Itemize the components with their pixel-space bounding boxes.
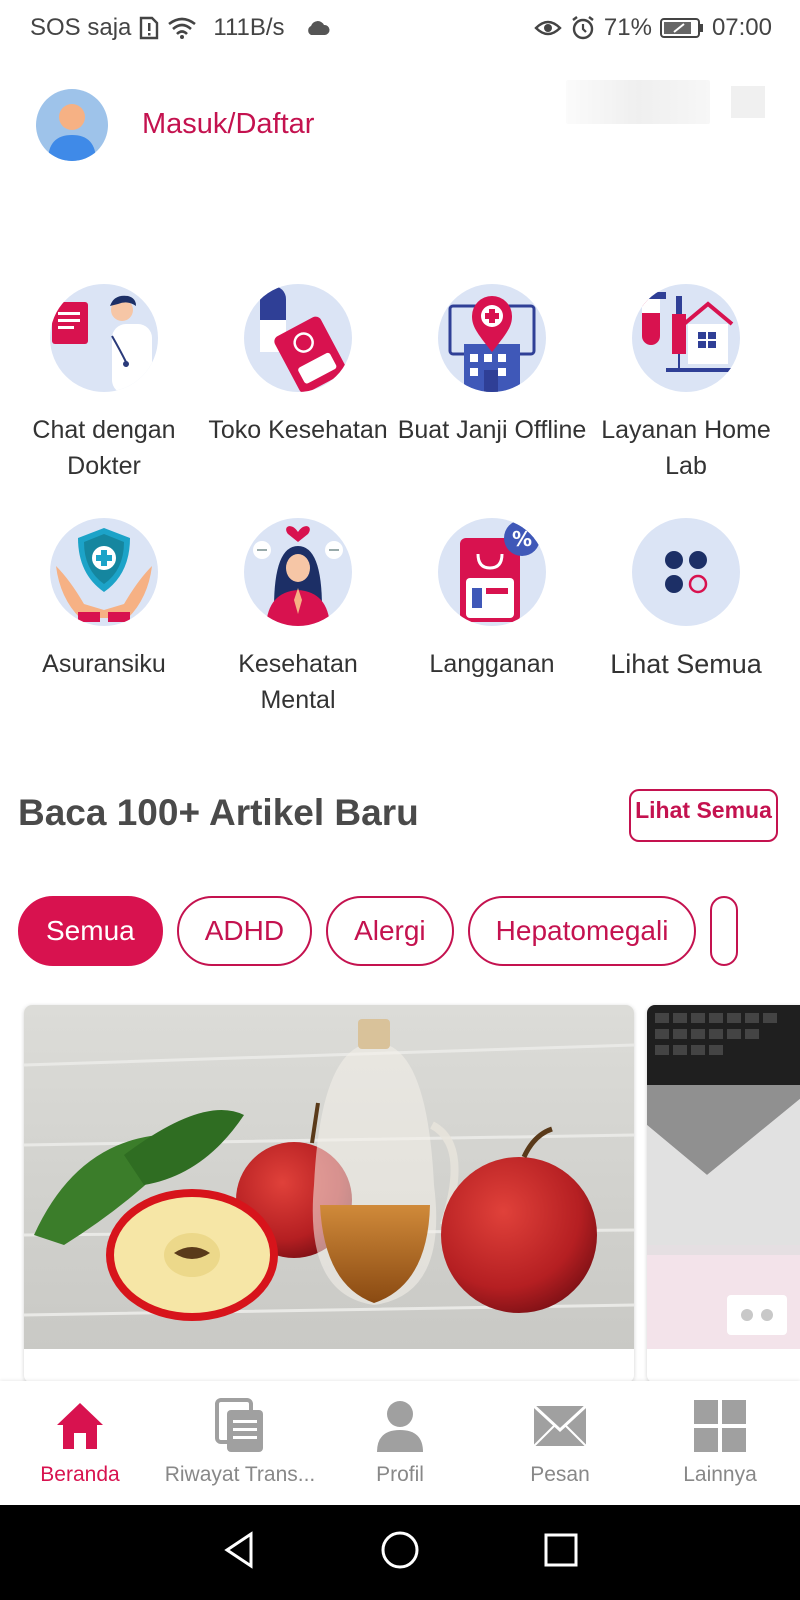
cloud-icon bbox=[305, 20, 331, 36]
wifi-icon bbox=[167, 16, 197, 40]
chip-hepatomegali[interactable]: Hepatomegali bbox=[467, 896, 697, 966]
carrier-label: SOS saja bbox=[30, 14, 132, 41]
history-icon bbox=[210, 1397, 270, 1455]
service-chat-doctor[interactable]: Chat dengan Dokter bbox=[7, 284, 201, 484]
status-bar: SOS saja 111B/s 71% 07:00 bbox=[0, 0, 800, 56]
nav-label: Pesan bbox=[530, 1463, 590, 1486]
nav-messages[interactable]: Pesan bbox=[480, 1381, 640, 1505]
see-all-articles-button[interactable]: Lihat Semua bbox=[629, 789, 778, 842]
service-label: Toko Kesehatan bbox=[208, 416, 388, 444]
article-category-chips: Semua ADHD Alergi Hepatomegali bbox=[18, 896, 800, 966]
chip-semua[interactable]: Semua bbox=[18, 896, 163, 966]
nav-label: Profil bbox=[376, 1463, 424, 1486]
back-icon[interactable] bbox=[221, 1530, 257, 1575]
service-label: Lihat Semua bbox=[610, 649, 762, 679]
nav-label: Riwayat Trans... bbox=[164, 1463, 316, 1486]
service-label: Chat dengan Dokter bbox=[32, 416, 176, 480]
health-store-icon bbox=[244, 284, 352, 392]
home-icon bbox=[50, 1397, 110, 1455]
service-label: Langganan bbox=[429, 650, 555, 678]
header-icon-placeholder[interactable] bbox=[731, 86, 765, 118]
hospital-appointment-icon bbox=[438, 284, 546, 392]
service-home-lab[interactable]: Layanan Home Lab bbox=[589, 284, 783, 484]
nav-label: Beranda bbox=[40, 1463, 120, 1486]
mail-icon bbox=[530, 1397, 590, 1455]
profile-icon bbox=[370, 1397, 430, 1455]
service-label: Buat Janji Offline bbox=[397, 416, 587, 444]
service-label: Asuransiku bbox=[42, 650, 166, 678]
nav-history[interactable]: Riwayat Trans... bbox=[160, 1381, 320, 1505]
service-label: Layanan Home Lab bbox=[601, 416, 771, 480]
clock: 07:00 bbox=[711, 14, 772, 41]
service-offline-appointment[interactable]: Buat Janji Offline bbox=[395, 284, 589, 448]
service-mental-health[interactable]: Kesehatan Mental bbox=[201, 518, 395, 718]
nav-home[interactable]: Beranda bbox=[0, 1381, 160, 1505]
service-health-store[interactable]: Toko Kesehatan bbox=[201, 284, 395, 448]
service-see-all[interactable]: Lihat Semua bbox=[589, 518, 783, 682]
insurance-shield-icon bbox=[50, 518, 158, 626]
battery-percent: 71% bbox=[603, 14, 652, 41]
article-card[interactable] bbox=[647, 1005, 800, 1383]
service-subscription[interactable]: % Langganan bbox=[395, 518, 589, 682]
subscription-icon: % bbox=[438, 518, 546, 626]
home-circle-icon[interactable] bbox=[380, 1530, 420, 1575]
header-placeholder bbox=[566, 80, 710, 124]
alarm-icon bbox=[570, 15, 596, 41]
articles-section-title: Baca 100+ Artikel Baru bbox=[18, 792, 419, 833]
article-image bbox=[647, 1005, 800, 1349]
article-image bbox=[24, 1005, 634, 1349]
grid-icon bbox=[690, 1397, 750, 1455]
nav-profile[interactable]: Profil bbox=[320, 1381, 480, 1505]
home-lab-icon bbox=[632, 284, 740, 392]
nav-label: Lainnya bbox=[683, 1463, 757, 1486]
eye-icon bbox=[534, 18, 562, 38]
login-register-link[interactable]: Masuk/Daftar bbox=[142, 108, 314, 141]
svg-text:%: % bbox=[512, 527, 532, 551]
doctor-chat-icon bbox=[50, 284, 158, 392]
chip-next-partial[interactable] bbox=[710, 896, 739, 966]
article-card[interactable] bbox=[24, 1005, 634, 1383]
system-navigation-bar bbox=[0, 1505, 800, 1600]
recents-icon[interactable] bbox=[543, 1532, 579, 1573]
chip-alergi[interactable]: Alergi bbox=[326, 896, 454, 966]
battery-icon bbox=[659, 17, 704, 39]
chip-adhd[interactable]: ADHD bbox=[176, 896, 313, 966]
see-all-dots-icon bbox=[632, 518, 740, 626]
user-avatar-icon bbox=[48, 104, 96, 161]
sim-alert-icon bbox=[139, 16, 159, 40]
mental-health-icon bbox=[244, 518, 352, 626]
network-speed: 111B/s bbox=[213, 14, 285, 41]
bottom-navigation: Beranda Riwayat Trans... Profil Pesan La… bbox=[0, 1381, 800, 1505]
header: Masuk/Daftar bbox=[0, 56, 800, 196]
service-insurance[interactable]: Asuransiku bbox=[7, 518, 201, 682]
avatar[interactable] bbox=[36, 89, 108, 161]
nav-more[interactable]: Lainnya bbox=[640, 1381, 800, 1505]
service-label: Kesehatan Mental bbox=[238, 650, 358, 714]
